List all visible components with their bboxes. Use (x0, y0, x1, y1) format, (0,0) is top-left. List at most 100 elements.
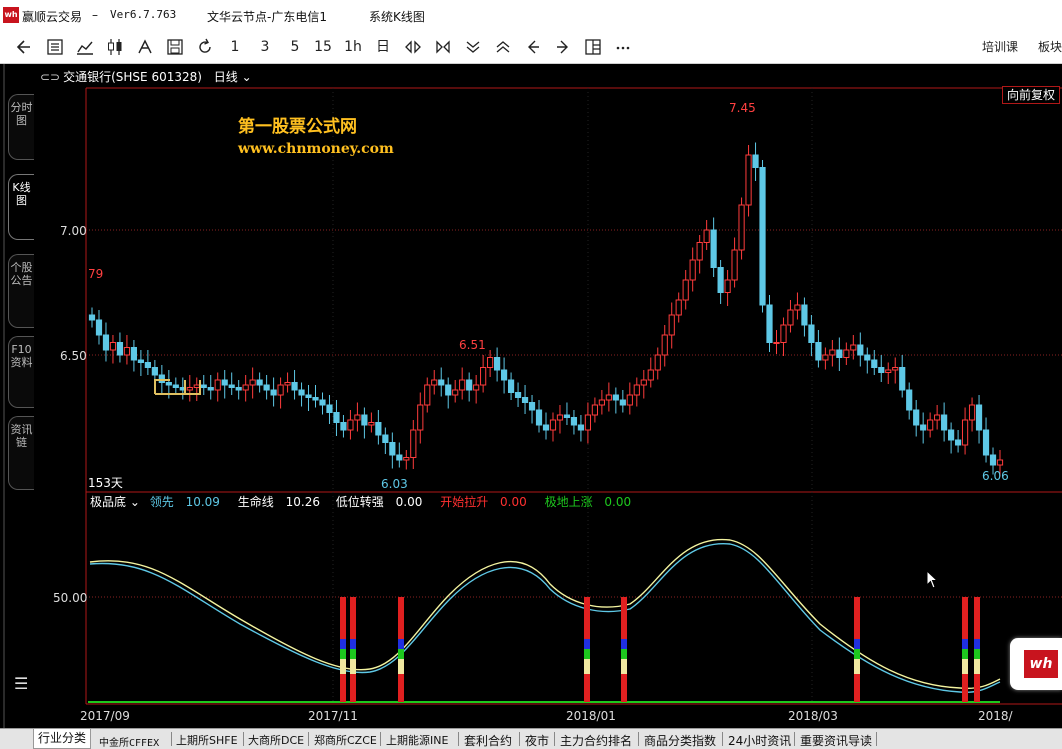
chart-area[interactable]: 7.00 6.50 50.00 7.45 6.51 6.03 6.06 79 2… (0, 64, 1062, 728)
candle-body (913, 409, 920, 426)
chevron-down-icon[interactable] (464, 37, 482, 57)
signal-segment (398, 649, 404, 659)
period-5min-button[interactable]: 5 (286, 37, 304, 57)
candle-body (123, 347, 131, 356)
signal-segment (350, 639, 356, 649)
link-icon[interactable]: ⊂⊃ (40, 70, 60, 84)
period-day-button[interactable]: 日 (374, 37, 392, 57)
candle-body (137, 359, 144, 363)
period-15min-button[interactable]: 15 (314, 37, 332, 57)
candle-body (647, 369, 654, 381)
signal-segment (340, 659, 346, 674)
tab-announcement[interactable]: 个股公告 (8, 254, 34, 328)
candle-body (850, 344, 857, 351)
period-1h-button[interactable]: 1h (344, 37, 362, 57)
signal-segment (340, 597, 346, 639)
training-link[interactable]: 培训课 (982, 38, 1018, 55)
tab-czce[interactable]: 郑商所CZCE (314, 732, 377, 748)
chevron-up-icon[interactable] (494, 37, 512, 57)
zoom-out-icon[interactable] (404, 37, 422, 57)
indicator-selector[interactable]: 极品底 ⌄ (90, 495, 140, 509)
list-icon[interactable] (46, 37, 64, 57)
layout-icon[interactable] (584, 37, 602, 57)
kline-icon[interactable] (106, 37, 124, 57)
candle-body (466, 379, 473, 391)
candle-body (480, 367, 487, 386)
signal-bars (340, 597, 980, 702)
candle-body (920, 424, 927, 431)
candle-body (975, 404, 983, 431)
zoom-in-icon[interactable] (434, 37, 452, 57)
candle-body (626, 394, 633, 406)
tab-industry[interactable]: 行业分类 (33, 729, 92, 749)
sidebar: 分时图 K线图 个股公告 F10资料 资讯链 (4, 84, 34, 702)
formula-icon[interactable] (136, 37, 154, 57)
tab-kline[interactable]: K线图 (8, 174, 34, 240)
candle-body (144, 362, 151, 368)
candle-body (941, 414, 948, 431)
tab-arbitrage[interactable]: 套利合约 (464, 732, 512, 749)
title-separator: – (92, 8, 98, 22)
tab-night[interactable]: 夜市 (525, 732, 549, 749)
period-1min-button[interactable]: 1 (226, 37, 244, 57)
scroll-left-icon[interactable] (524, 37, 542, 57)
tab-shfe[interactable]: 上期所SHFE (176, 732, 238, 748)
signal-segment (974, 659, 980, 674)
candle-body (885, 369, 892, 373)
save-icon[interactable] (166, 37, 184, 57)
low-label-1: 6.03 (381, 477, 408, 491)
tab-main-contract-rank[interactable]: 主力合约排名 (560, 732, 632, 749)
candle-body (151, 367, 158, 376)
candle-body (619, 399, 626, 406)
candle-body (200, 384, 207, 388)
period-3min-button[interactable]: 3 (256, 37, 274, 57)
candle-body (989, 454, 997, 466)
brand-badge[interactable]: wh (1010, 638, 1062, 690)
tab-news-chain[interactable]: 资讯链 (8, 416, 34, 490)
signal-segment (398, 674, 404, 702)
candle-body (752, 154, 759, 168)
candle-body (787, 309, 794, 326)
tab-f10[interactable]: F10资料 (8, 336, 34, 408)
sector-link[interactable]: 板块 (1038, 38, 1062, 55)
chevron-down-icon: ⌄ (241, 70, 252, 84)
candle-body (689, 259, 696, 281)
back-icon[interactable] (16, 37, 34, 57)
candle-body (270, 389, 277, 396)
more-icon[interactable] (614, 37, 632, 57)
candle-body (514, 392, 522, 398)
symbol-name: 交通银行(SHSE 601328) (63, 70, 202, 84)
tab-cffex[interactable]: 中金所CFFEX (99, 734, 159, 749)
x-tick-2: 2018/01 (566, 709, 616, 723)
kline-chart[interactable]: 7.00 6.50 50.00 7.45 6.51 6.03 6.06 79 2… (0, 64, 1062, 728)
candle-body (954, 439, 962, 446)
signal-segment (854, 674, 860, 702)
candle-body (284, 382, 291, 386)
days-label: 153天 (88, 476, 123, 490)
candle-body (759, 167, 766, 306)
candle-body (542, 424, 550, 431)
refresh-icon[interactable] (196, 37, 214, 57)
candle-body (605, 394, 612, 401)
app-version: Ver6.7.763 (110, 8, 177, 21)
candle-body (598, 399, 605, 406)
period-selector[interactable]: 日线 ⌄ (214, 70, 252, 84)
menu-icon[interactable]: ☰ (14, 674, 28, 693)
tab-ine[interactable]: 上期能源INE (386, 732, 448, 748)
tab-commodity-index[interactable]: 商品分类指数 (644, 732, 716, 749)
tab-intraday[interactable]: 分时图 (8, 94, 34, 160)
candle-body (507, 379, 515, 393)
line-chart-icon[interactable] (76, 37, 94, 57)
x-tick-0: 2017/09 (80, 709, 130, 723)
candle-body (256, 379, 263, 386)
tab-dce[interactable]: 大商所DCE (248, 732, 304, 748)
signal-segment (962, 597, 968, 639)
signal-segment (584, 649, 590, 659)
signal-segment (584, 659, 590, 674)
tab-key-news[interactable]: 重要资讯导读 (800, 732, 872, 749)
candle-body (773, 342, 780, 344)
adjust-button[interactable]: 向前复权 (1002, 86, 1060, 104)
tab-24h-news[interactable]: 24小时资讯 (728, 732, 791, 749)
candle-body (424, 384, 431, 406)
scroll-right-icon[interactable] (554, 37, 572, 57)
